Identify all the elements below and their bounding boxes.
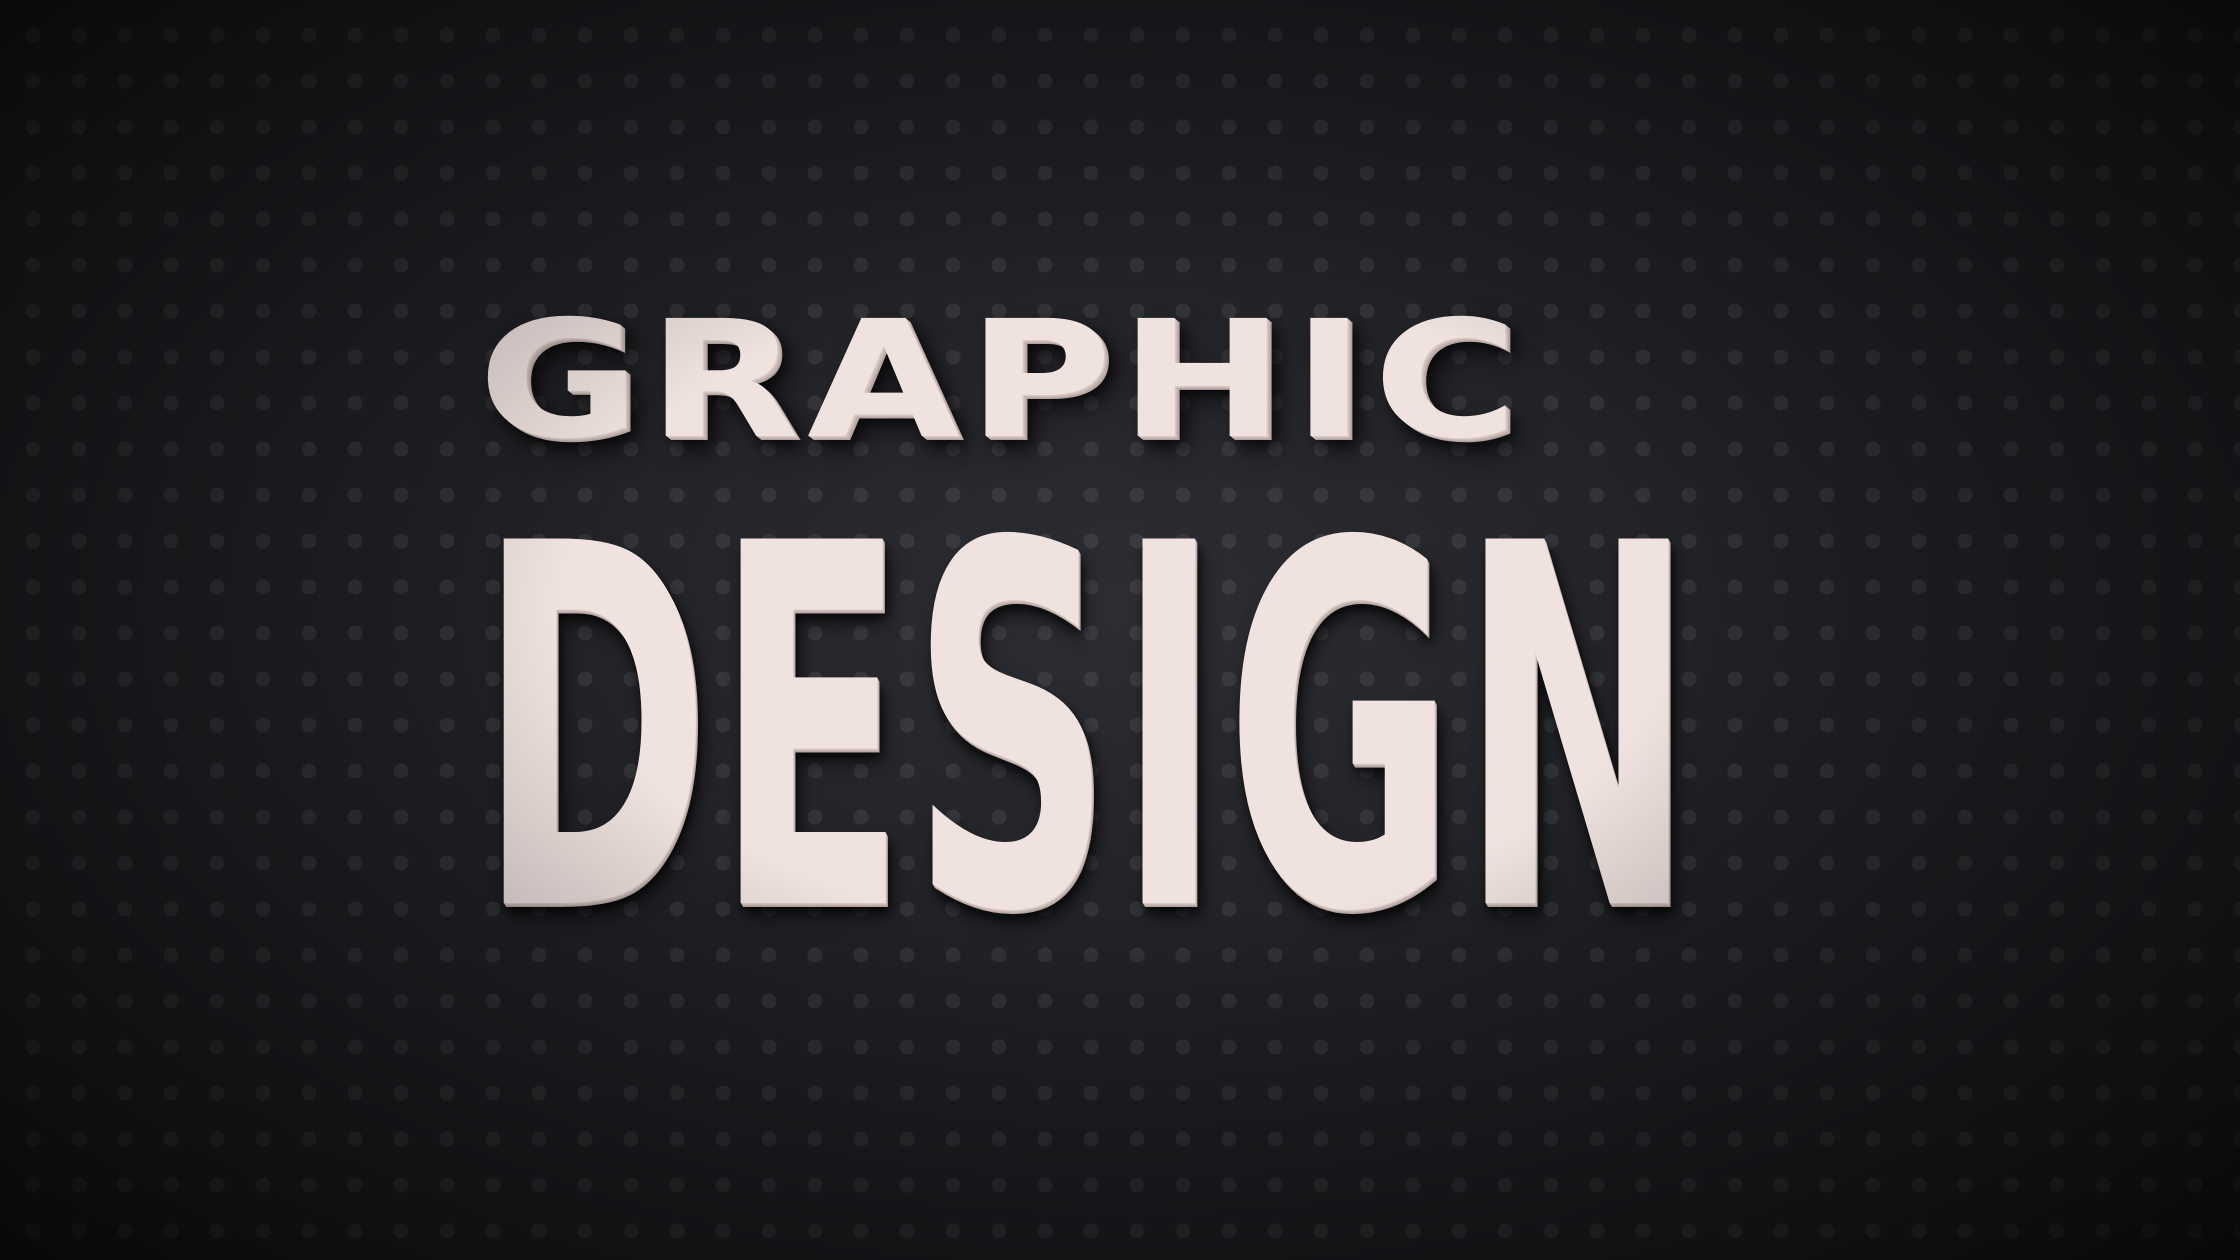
photo-scene: GRAPHIC DESIGN <box>0 0 2240 1260</box>
word-graphic: GRAPHIC <box>478 287 1526 475</box>
word-design: DESIGN <box>478 439 1699 1021</box>
